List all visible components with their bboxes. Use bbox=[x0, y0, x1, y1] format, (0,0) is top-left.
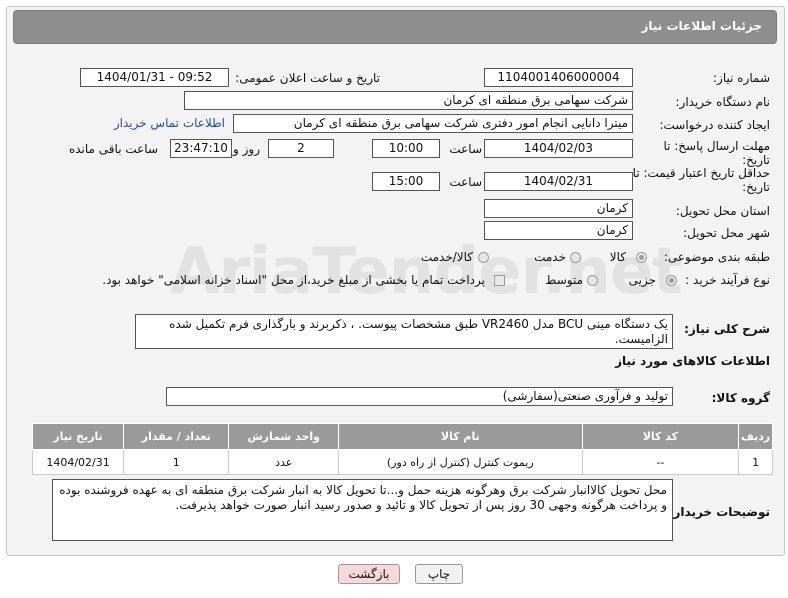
cell-row-number: 1 bbox=[738, 449, 773, 475]
category-goods-radio[interactable] bbox=[636, 252, 647, 263]
treasury-payment-checkbox[interactable] bbox=[494, 275, 505, 286]
goods-group-field: تولید و فرآوری صنعتی(سفارشی) bbox=[166, 387, 673, 406]
print-button[interactable]: چاپ bbox=[415, 564, 463, 584]
col-need-date: تاریخ نیاز bbox=[31, 423, 125, 450]
deadline-time-field: 10:00 bbox=[372, 139, 440, 158]
buyer-notes-label: توضیحات خریدار: bbox=[668, 505, 770, 519]
creator-field: میترا دانایی انجام امور دفتری شرکت سهامی… bbox=[233, 114, 633, 133]
time-remaining-label: ساعت باقی مانده bbox=[68, 142, 158, 156]
need-number-label: شماره نیاز: bbox=[713, 71, 770, 85]
announce-datetime-field: 1404/01/31 - 09:52 bbox=[80, 68, 229, 87]
time-remaining-field: 23:47:10 bbox=[170, 139, 232, 158]
cell-need-date: 1404/02/31 bbox=[31, 449, 125, 475]
process-medium-radio[interactable] bbox=[587, 275, 598, 286]
deadline-time-label: ساعت bbox=[449, 142, 482, 156]
days-remaining-field: 2 bbox=[268, 139, 334, 158]
buyer-label: نام دستگاه خریدار: bbox=[675, 95, 771, 109]
buyer-field: شرکت سهامی برق منطقه ای کرمان bbox=[184, 91, 633, 110]
col-unit: واحد شمارش bbox=[228, 423, 339, 450]
city-label: شهر محل تحویل: bbox=[683, 226, 770, 240]
category-service-radio[interactable] bbox=[570, 252, 581, 263]
cell-unit: عدد bbox=[228, 449, 339, 475]
process-medium-label: متوسط bbox=[545, 273, 583, 287]
creator-label: ایجاد کننده درخواست: bbox=[659, 118, 770, 132]
goods-info-heading: اطلاعات کالاهای مورد نیاز bbox=[615, 354, 770, 368]
city-field: کرمان bbox=[484, 221, 633, 240]
cell-item-code: -- bbox=[581, 449, 740, 475]
goods-table: تاریخ نیاز تعداد / مقدار واحد شمارش نام … bbox=[31, 423, 773, 475]
process-minor-radio[interactable] bbox=[666, 275, 677, 286]
category-service-label: خدمت bbox=[534, 250, 566, 264]
province-field: کرمان bbox=[484, 199, 633, 218]
process-minor-label: جزیی bbox=[628, 273, 656, 287]
category-goods-service-radio[interactable] bbox=[478, 252, 489, 263]
watermark-logo: AriaTender.net bbox=[170, 235, 683, 309]
deadline-label: مهلت ارسال پاسخ: تا تاریخ: bbox=[663, 139, 770, 167]
validity-time-field: 15:00 bbox=[372, 172, 440, 191]
description-textarea[interactable]: یک دستگاه مینی BCU مدل VR2460 طبق مشخصات… bbox=[135, 314, 673, 349]
cell-item-name: ریموت کنترل (کنترل از راه دور) bbox=[338, 449, 583, 475]
validity-time-label: ساعت bbox=[449, 175, 482, 189]
goods-group-label: گروه کالا: bbox=[711, 391, 770, 405]
back-button[interactable]: بازگشت bbox=[338, 564, 400, 584]
col-item-code: کد کالا bbox=[581, 423, 740, 450]
category-label: طبقه بندی موضوعی: bbox=[663, 250, 770, 264]
description-label: شرح کلی نیاز: bbox=[684, 322, 770, 336]
buyer-notes-textarea[interactable]: محل تحویل کالاانبار شرکت برق وهرگونه هزی… bbox=[52, 479, 673, 541]
province-label: استان محل تحویل: bbox=[675, 204, 770, 218]
page-title: جزئیات اطلاعات نیاز bbox=[641, 19, 762, 33]
cell-quantity: 1 bbox=[123, 449, 230, 475]
category-goods-label: کالا bbox=[609, 250, 626, 264]
category-goods-service-label: کالا/خدمت bbox=[420, 250, 473, 264]
process-type-label: نوع فرآیند خرید : bbox=[685, 273, 770, 287]
days-label: روز و bbox=[233, 142, 260, 156]
validity-label: حداقل تاریخ اعتبار قیمت: تا تاریخ: bbox=[632, 166, 770, 194]
treasury-payment-note: پرداخت تمام یا بخشی از مبلغ خرید،از محل … bbox=[102, 273, 485, 287]
validity-date-field: 1404/02/31 bbox=[484, 172, 633, 191]
deadline-date-field: 1404/02/03 bbox=[484, 139, 633, 158]
need-number-field: 1104001406000004 bbox=[484, 68, 633, 87]
page-title-bar: جزئیات اطلاعات نیاز bbox=[13, 10, 777, 44]
col-item-name: نام کالا bbox=[338, 423, 583, 450]
buyer-contact-link[interactable]: اطلاعات تماس خریدار bbox=[114, 116, 225, 130]
announce-label: تاریخ و ساعت اعلان عمومی: bbox=[235, 71, 380, 85]
col-quantity: تعداد / مقدار bbox=[123, 423, 230, 450]
col-row: ردیف bbox=[738, 423, 773, 450]
table-row: 1404/02/31 1 عدد ریموت کنترل (کنترل از ر… bbox=[31, 449, 773, 475]
